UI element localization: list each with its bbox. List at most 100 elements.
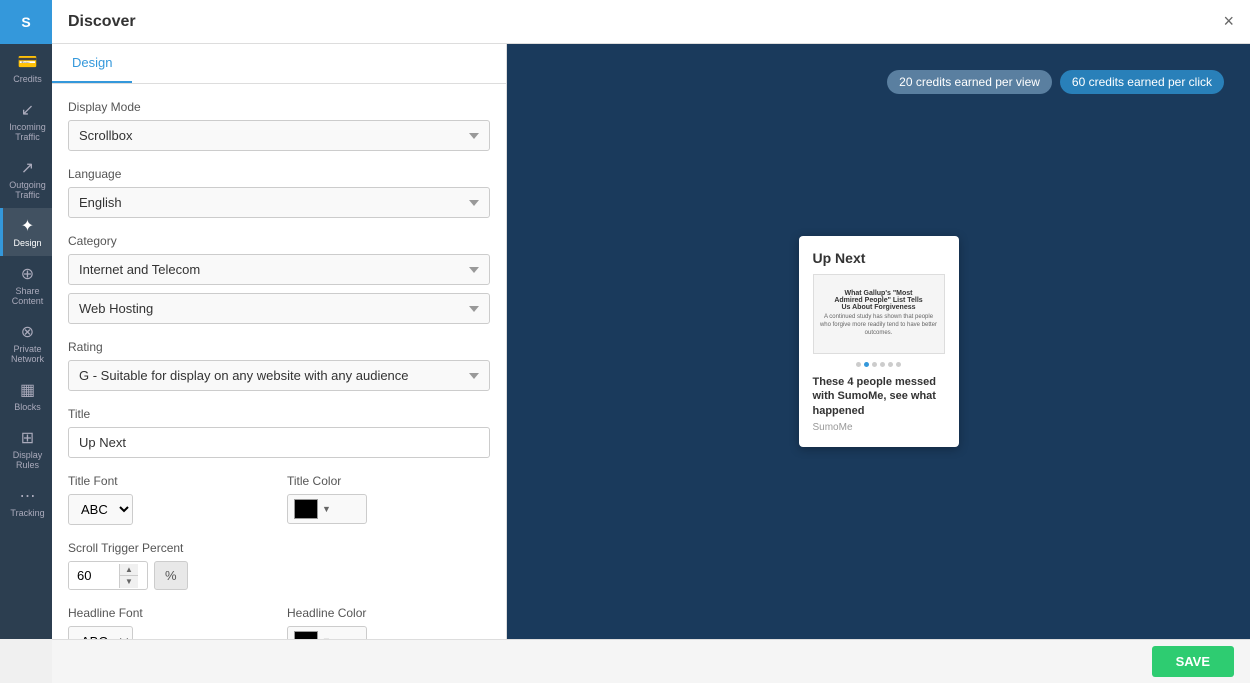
title-color-label: Title Color xyxy=(287,474,490,488)
headline-font-wrapper: ABC xyxy=(68,626,271,639)
percent-suffix: % xyxy=(154,561,188,590)
dot-3 xyxy=(872,362,877,367)
sidebar-label-share: Share Content xyxy=(7,286,48,306)
incoming-traffic-icon: ↙ xyxy=(21,100,34,120)
sidebar-item-credits[interactable]: 💳 Credits xyxy=(0,44,52,92)
preview-card-image: What Gallup's "MostAdmired People" List … xyxy=(813,274,945,354)
sidebar-item-share-content[interactable]: ⊕ Share Content xyxy=(0,256,52,314)
preview-card-title: Up Next xyxy=(813,250,945,266)
dot-5 xyxy=(888,362,893,367)
subcategory-select[interactable]: Web Hosting xyxy=(68,293,490,324)
title-group: Title xyxy=(68,407,490,458)
sidebar-item-tracking[interactable]: ⋯ Tracking xyxy=(0,478,52,526)
tracking-icon: ⋯ xyxy=(20,486,36,506)
design-icon: ✦ xyxy=(21,216,34,236)
preview-image-text: A continued study has shown that people … xyxy=(820,314,938,337)
sidebar-item-blocks[interactable]: ▦ Blocks xyxy=(0,372,52,420)
logo-icon: S xyxy=(21,14,30,30)
panel-tabs: Design xyxy=(52,44,506,84)
language-select[interactable]: English xyxy=(68,187,490,218)
credits-icon: 💳 xyxy=(18,52,38,72)
close-button[interactable]: × xyxy=(1223,11,1234,32)
language-label: Language xyxy=(68,167,490,181)
scroll-trigger-row: ▲ ▼ % xyxy=(68,561,490,590)
app-logo: S xyxy=(0,0,52,44)
title-font-select[interactable]: ABC xyxy=(68,494,133,525)
tab-design[interactable]: Design xyxy=(52,44,132,83)
scroll-trigger-input[interactable] xyxy=(69,562,119,589)
save-button[interactable]: SAVE xyxy=(1152,646,1234,677)
sidebar-label-outgoing: Outgoing Traffic xyxy=(7,180,48,200)
headline-font-select[interactable]: ABC xyxy=(68,626,133,639)
headline-font-group: Headline Font ABC xyxy=(68,606,271,639)
main-area: Discover × Design Display Mode Scrollbox xyxy=(52,0,1250,639)
rating-label: Rating xyxy=(68,340,490,354)
sidebar-item-private-network[interactable]: ⊗ Private Network xyxy=(0,314,52,372)
headline-font-color-row: Headline Font ABC Headline Color ▼ xyxy=(68,606,490,639)
sidebar-item-incoming-traffic[interactable]: ↙ Incoming Traffic xyxy=(0,92,52,150)
title-color-group: Title Color ▼ xyxy=(287,474,490,525)
right-panel: 20 credits earned per view 60 credits ea… xyxy=(507,44,1250,639)
title-font-label: Title Font xyxy=(68,474,271,488)
dot-2 xyxy=(864,362,869,367)
display-mode-select[interactable]: Scrollbox xyxy=(68,120,490,151)
title-input[interactable] xyxy=(68,427,490,458)
dot-4 xyxy=(880,362,885,367)
rating-group: Rating G - Suitable for display on any w… xyxy=(68,340,490,391)
credits-per-click-badge: 60 credits earned per click xyxy=(1060,70,1224,94)
sidebar-label-incoming: Incoming Traffic xyxy=(7,122,48,142)
category-select[interactable]: Internet and Telecom xyxy=(68,254,490,285)
credits-per-view-badge: 20 credits earned per view xyxy=(887,70,1052,94)
scroll-trigger-group: Scroll Trigger Percent ▲ ▼ % xyxy=(68,541,490,590)
bottom-bar: SAVE xyxy=(52,639,1250,683)
sidebar-label-display-rules: Display Rules xyxy=(7,450,48,470)
panel-content: Display Mode Scrollbox Language English … xyxy=(52,84,506,639)
dot-6 xyxy=(896,362,901,367)
topbar: Discover × xyxy=(52,0,1250,44)
headline-color-picker[interactable]: ▼ xyxy=(287,626,367,639)
category-group: Category Internet and Telecom Web Hostin… xyxy=(68,234,490,324)
display-mode-group: Display Mode Scrollbox xyxy=(68,100,490,151)
spinner-down[interactable]: ▼ xyxy=(120,576,138,588)
preview-dots xyxy=(813,362,945,367)
title-color-arrow: ▼ xyxy=(322,504,331,514)
title-color-picker[interactable]: ▼ xyxy=(287,494,367,524)
title-font-wrapper: ABC xyxy=(68,494,271,525)
spinner-up[interactable]: ▲ xyxy=(120,564,138,576)
spinner-buttons: ▲ ▼ xyxy=(119,564,138,588)
rating-select[interactable]: G - Suitable for display on any website … xyxy=(68,360,490,391)
sidebar-item-design[interactable]: ✦ Design xyxy=(0,208,52,256)
preview-card: Up Next What Gallup's "MostAdmired Peopl… xyxy=(799,236,959,447)
dot-1 xyxy=(856,362,861,367)
sidebar-label-design: Design xyxy=(13,238,41,248)
content-area: Design Display Mode Scrollbox Language E… xyxy=(52,44,1250,639)
sidebar-label-credits: Credits xyxy=(13,74,42,84)
display-rules-icon: ⊞ xyxy=(21,428,34,448)
app-title: Discover xyxy=(68,13,136,31)
preview-image-title: What Gallup's "MostAdmired People" List … xyxy=(834,290,922,311)
headline-font-label: Headline Font xyxy=(68,606,271,620)
sidebar-label-blocks: Blocks xyxy=(14,402,41,412)
headline-color-group: Headline Color ▼ xyxy=(287,606,490,639)
sidebar-item-outgoing-traffic[interactable]: ↗ Outgoing Traffic xyxy=(0,150,52,208)
sidebar-label-private: Private Network xyxy=(7,344,48,364)
title-label: Title xyxy=(68,407,490,421)
headline-color-label: Headline Color xyxy=(287,606,490,620)
left-panel: Design Display Mode Scrollbox Language E… xyxy=(52,44,507,639)
outgoing-traffic-icon: ↗ xyxy=(21,158,34,178)
blocks-icon: ▦ xyxy=(20,380,35,400)
private-network-icon: ⊗ xyxy=(21,322,34,342)
sidebar-item-display-rules[interactable]: ⊞ Display Rules xyxy=(0,420,52,478)
scroll-trigger-label: Scroll Trigger Percent xyxy=(68,541,490,555)
share-content-icon: ⊕ xyxy=(21,264,34,284)
language-group: Language English xyxy=(68,167,490,218)
title-font-color-row: Title Font ABC Title Color ▼ xyxy=(68,474,490,541)
display-mode-label: Display Mode xyxy=(68,100,490,114)
sidebar: S 💳 Credits ↙ Incoming Traffic ↗ Outgoin… xyxy=(0,0,52,639)
tab-design-label: Design xyxy=(72,55,112,70)
headline-color-swatch xyxy=(294,631,318,639)
category-label: Category xyxy=(68,234,490,248)
title-font-group: Title Font ABC xyxy=(68,474,271,525)
title-color-swatch xyxy=(294,499,318,519)
credits-badges: 20 credits earned per view 60 credits ea… xyxy=(887,54,1240,94)
